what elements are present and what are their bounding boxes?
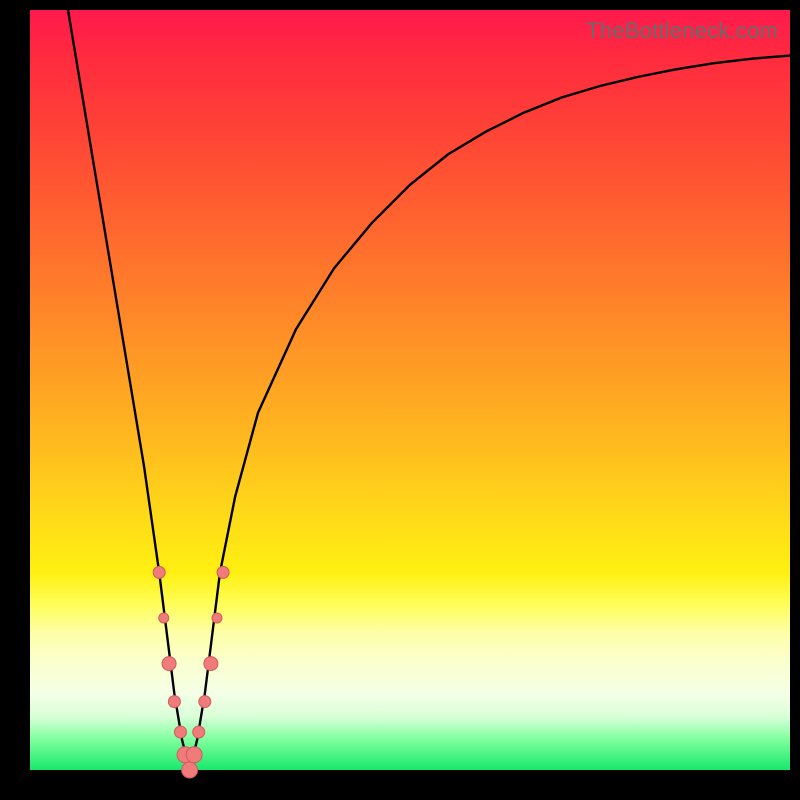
plot-area: TheBottleneck.com	[30, 10, 790, 770]
curve-marker	[159, 613, 169, 623]
curve-marker	[193, 726, 205, 738]
curve-marker	[174, 726, 186, 738]
curve-marker	[162, 657, 176, 671]
curve-marker	[204, 657, 218, 671]
curve-marker	[153, 566, 165, 578]
chart-svg	[30, 10, 790, 770]
curve-marker	[182, 762, 198, 778]
chart-frame: TheBottleneck.com	[0, 0, 800, 800]
curve-marker	[168, 696, 180, 708]
curve-marker	[212, 613, 222, 623]
curve-marker	[186, 747, 202, 763]
curve-marker	[199, 696, 211, 708]
curve-marker	[217, 566, 229, 578]
bottleneck-curve	[68, 10, 790, 770]
watermark-text: TheBottleneck.com	[586, 18, 778, 44]
